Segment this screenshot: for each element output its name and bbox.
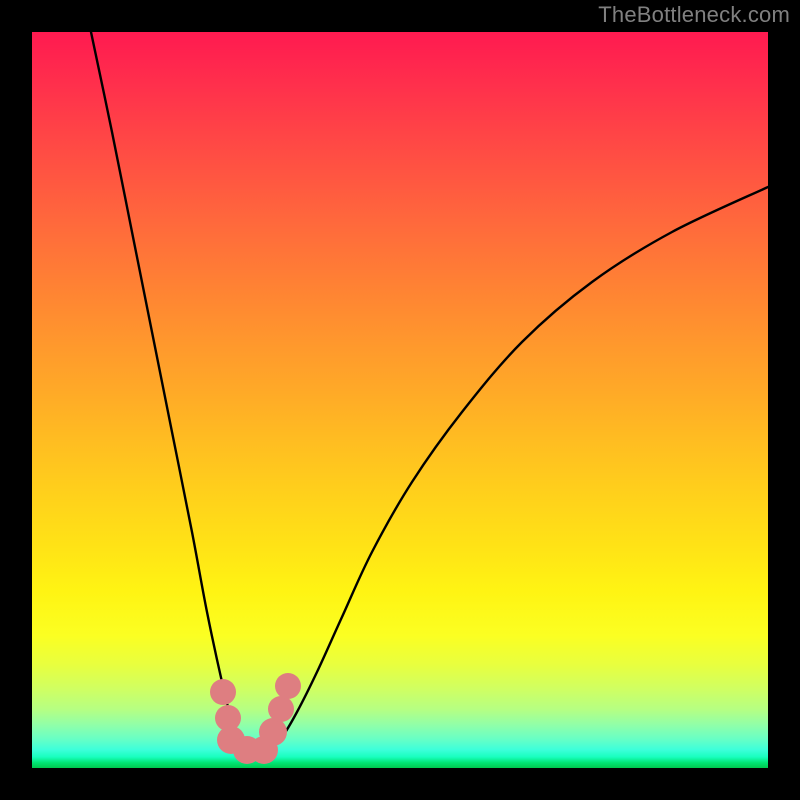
bottleneck-curve	[32, 32, 768, 768]
watermark-text: TheBottleneck.com	[598, 2, 790, 28]
valley-marker	[268, 696, 294, 722]
plot-area	[32, 32, 768, 768]
valley-marker	[259, 718, 287, 746]
chart-frame: TheBottleneck.com	[0, 0, 800, 800]
valley-marker	[210, 679, 236, 705]
valley-marker	[275, 673, 301, 699]
